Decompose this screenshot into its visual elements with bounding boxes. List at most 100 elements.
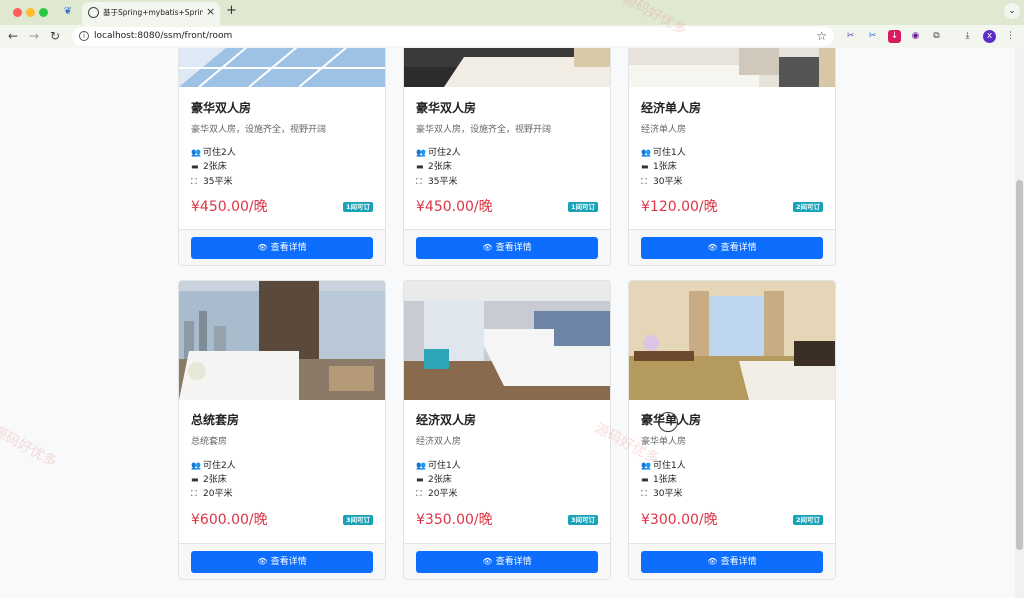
room-name: 经济双人房	[416, 413, 477, 427]
bed-icon: ▬	[641, 162, 649, 171]
room-beds: ▬ 1张床	[641, 475, 677, 485]
room-guests: 👥 可住1人	[641, 148, 686, 158]
room-name: 豪华双人房	[191, 101, 252, 115]
view-details-button[interactable]: 👁 查看详情	[416, 237, 598, 259]
cut-extension-icon[interactable]: ✂	[866, 30, 879, 43]
room-description: 豪华双人房，设施齐全，视野开阔	[191, 125, 327, 135]
room-photo	[179, 281, 385, 400]
eye-icon: 👁	[482, 557, 493, 566]
bed-icon: ▬	[191, 162, 199, 171]
expand-icon: ⛶	[191, 489, 197, 498]
room-price: ¥450.00/晚	[416, 199, 493, 215]
tab-title: 基于Spring+mybatis+SpringMVC	[103, 8, 203, 17]
eye-icon: 👁	[257, 243, 268, 252]
profile-avatar[interactable]: x	[983, 30, 996, 43]
availability-badge: 3间可订	[567, 515, 598, 525]
download-extension-icon[interactable]: ↓	[888, 30, 901, 43]
menu-kebab-icon[interactable]: ⋮	[1004, 30, 1017, 43]
availability-badge: 2间可订	[792, 202, 823, 212]
expand-icon: ⛶	[416, 177, 422, 186]
room-guests: 👥 可住2人	[191, 461, 236, 471]
bookmark-star-icon[interactable]: ☆	[816, 29, 827, 43]
room-area: ⛶ 35平米	[191, 177, 233, 187]
maximize-window-button[interactable]	[39, 8, 48, 17]
card-footer: 👁 查看详情	[179, 229, 385, 265]
tab-search-button[interactable]: ⌄	[1004, 3, 1020, 19]
view-details-button[interactable]: 👁 查看详情	[416, 551, 598, 573]
room-description: 经济双人房	[416, 437, 462, 447]
expand-icon: ⛶	[641, 177, 647, 186]
room-description: 总统套房	[191, 437, 228, 447]
room-beds: ▬ 2张床	[416, 475, 452, 485]
room-guests: 👥 可住1人	[416, 461, 461, 471]
view-details-button[interactable]: 👁 查看详情	[191, 237, 373, 259]
room-price: ¥600.00/晚	[191, 512, 268, 528]
view-details-button[interactable]: 👁 查看详情	[641, 551, 823, 573]
expand-icon: ⛶	[641, 489, 647, 498]
view-details-button[interactable]: 👁 查看详情	[191, 551, 373, 573]
card-footer: 👁 查看详情	[404, 543, 610, 579]
users-icon: 👥	[191, 461, 201, 470]
room-name: 总统套房	[191, 413, 240, 427]
room-area: ⛶ 30平米	[641, 489, 683, 499]
room-name: 豪华双人房	[416, 101, 477, 115]
url-text[interactable]: localhost:8080/ssm/front/room	[94, 31, 232, 41]
close-window-button[interactable]	[13, 8, 22, 17]
room-beds: ▬ 2张床	[416, 162, 452, 172]
tab-bar: ❦ 基于Spring+mybatis+SpringMVC × + ⌄	[0, 0, 1024, 25]
bed-icon: ▬	[641, 475, 649, 484]
card-footer: 👁 查看详情	[179, 543, 385, 579]
expand-icon: ⛶	[416, 489, 422, 498]
expand-icon: ⛶	[191, 177, 197, 186]
new-tab-button[interactable]: +	[226, 3, 237, 18]
room-card: 豪华双人房 豪华双人房，设施齐全，视野开阔 👥 可住2人 ▬ 2张床 ⛶ 35平米 ¥…	[403, 48, 611, 266]
minimize-window-button[interactable]	[26, 8, 35, 17]
room-photo	[629, 281, 835, 400]
room-photo	[404, 281, 610, 400]
globe-icon	[88, 7, 99, 18]
puzzle-extensions-icon[interactable]: ⧉	[930, 30, 943, 43]
room-beds: ▬ 2张床	[191, 162, 227, 172]
eye-icon: 👁	[482, 243, 493, 252]
tab-close-icon[interactable]: ×	[206, 5, 215, 18]
availability-badge: 2间可订	[792, 515, 823, 525]
users-icon: 👥	[416, 461, 426, 470]
room-name: 经济单人房	[641, 101, 702, 115]
scrollbar[interactable]	[1015, 48, 1024, 598]
card-footer: 👁 查看详情	[404, 229, 610, 265]
address-bar[interactable]: i localhost:8080/ssm/front/room ☆	[72, 27, 834, 46]
room-photo	[629, 48, 835, 87]
room-price: ¥450.00/晚	[191, 199, 268, 215]
room-card: 豪华双人房 豪华双人房，设施齐全，视野开阔 👥 可住2人 ▬ 2张床 ⛶ 35平米 ¥…	[178, 48, 386, 266]
bed-icon: ▬	[191, 475, 199, 484]
forward-arrow-icon[interactable]: →	[27, 29, 41, 43]
card-footer: 👁 查看详情	[629, 229, 835, 265]
bed-icon: ▬	[416, 162, 424, 171]
pinned-tab-icon[interactable]: ❦	[62, 6, 74, 18]
users-icon: 👥	[416, 148, 426, 157]
reload-icon[interactable]: ↻	[48, 29, 62, 43]
room-card: 经济双人房 经济双人房 👥 可住1人 ▬ 2张床 ⛶ 20平米 ¥350.00/晚 3…	[403, 280, 611, 580]
scissors-extension-icon[interactable]: ✂	[844, 30, 857, 43]
back-arrow-icon[interactable]: ←	[6, 29, 20, 43]
site-info-icon[interactable]: i	[79, 31, 89, 41]
room-card: 豪华单人房 豪华单人房 👥 可住1人 ▬ 1张床 ⛶ 30平米 ¥300.00/晚 2…	[628, 280, 836, 580]
view-details-button[interactable]: 👁 查看详情	[641, 237, 823, 259]
room-guests: 👥 可住2人	[416, 148, 461, 158]
ghost-extension-icon[interactable]: ◉	[909, 30, 922, 43]
eye-icon: 👁	[707, 243, 718, 252]
eye-icon: 👁	[257, 557, 268, 566]
room-price: ¥300.00/晚	[641, 512, 718, 528]
scrollbar-thumb[interactable]	[1016, 180, 1023, 550]
room-description: 经济单人房	[641, 125, 687, 135]
room-description: 豪华双人房，设施齐全，视野开阔	[416, 125, 552, 135]
downloads-icon[interactable]: ⤓	[961, 30, 974, 43]
room-price: ¥120.00/晚	[641, 199, 718, 215]
tab-active[interactable]: 基于Spring+mybatis+SpringMVC ×	[82, 2, 220, 25]
page-content: 豪华双人房 豪华双人房，设施齐全，视野开阔 👥 可住2人 ▬ 2张床 ⛶ 35平米 ¥…	[0, 48, 1024, 598]
availability-badge: 1间可订	[342, 202, 373, 212]
users-icon: 👥	[191, 148, 201, 157]
room-beds: ▬ 2张床	[191, 475, 227, 485]
bed-icon: ▬	[416, 475, 424, 484]
eye-icon: 👁	[707, 557, 718, 566]
